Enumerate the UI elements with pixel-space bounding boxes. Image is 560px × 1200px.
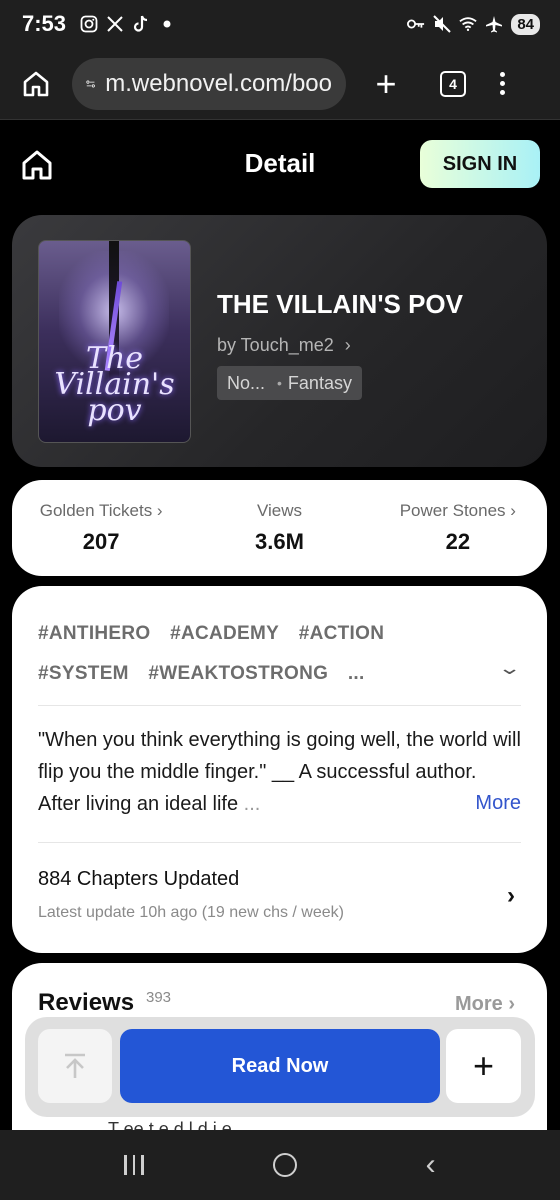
- tag-list: #ANTIHERO #ACADEMY #ACTION #SYSTEM #WEAK…: [38, 614, 508, 694]
- tag-item[interactable]: #ANTIHERO: [38, 623, 151, 644]
- site-settings-icon[interactable]: [86, 74, 95, 94]
- chapters-update-info: Latest update 10h ago (19 new chs / week…: [38, 904, 344, 921]
- book-title: THE VILLAIN'S POV: [217, 289, 463, 319]
- synopsis-text: "When you think everything is going well…: [38, 729, 521, 815]
- reviews-title: Reviews: [38, 989, 135, 1016]
- status-time: 7:53: [22, 11, 67, 36]
- category-tag: No...: [227, 372, 266, 393]
- new-tab-button[interactable]: +: [366, 63, 406, 105]
- tab-switcher-button[interactable]: 4: [440, 70, 466, 97]
- read-now-button[interactable]: Read Now: [120, 1029, 440, 1103]
- chapters-count: 884 Chapters Updated: [38, 868, 240, 890]
- page-header: Detail SIGN IN: [0, 120, 560, 210]
- synopsis-more-link[interactable]: More: [475, 792, 521, 815]
- author-name: by Touch_me2: [217, 335, 334, 355]
- url-text[interactable]: m.webnovel.com/boo: [105, 70, 332, 98]
- browser-home-button[interactable]: [14, 62, 58, 106]
- book-cover-image[interactable]: The Villain's pov: [38, 240, 191, 443]
- battery-indicator: 84: [511, 13, 540, 35]
- sign-in-button[interactable]: SIGN IN: [420, 140, 540, 188]
- reviews-count: 393: [146, 989, 172, 1006]
- tag-item[interactable]: #ACTION: [299, 623, 385, 644]
- scroll-to-top-button[interactable]: [38, 1029, 112, 1103]
- stat-power-stones[interactable]: Power Stones › 22: [369, 480, 547, 576]
- home-icon: [23, 71, 49, 96]
- status-bar: 7:53 84: [0, 0, 560, 48]
- tiktok-icon: [132, 15, 150, 33]
- bottom-action-bar: Read Now +: [25, 1017, 535, 1117]
- stat-value: 207: [82, 529, 120, 554]
- browser-toolbar: m.webnovel.com/boo + 4: [0, 48, 560, 120]
- cover-title-art: The Villain's pov: [54, 341, 175, 428]
- stat-value: 22: [445, 529, 471, 554]
- notification-icons: [80, 15, 176, 33]
- stat-label: Golden Tickets ›: [39, 501, 163, 520]
- wifi-icon: [459, 15, 477, 33]
- divider: [38, 842, 521, 843]
- book-author-link[interactable]: by Touch_me2 ›: [217, 335, 351, 356]
- system-icons: 84: [407, 13, 540, 35]
- add-to-library-button[interactable]: +: [446, 1029, 521, 1103]
- arrow-up-to-top-icon: [65, 1053, 85, 1078]
- home-nav-button[interactable]: [272, 1153, 297, 1177]
- airplane-icon: [485, 15, 503, 33]
- tag-item[interactable]: #WEAKTOSTRONG: [148, 663, 328, 684]
- stat-label: Views: [256, 501, 303, 520]
- plus-icon: +: [472, 1045, 495, 1086]
- key-icon: [407, 15, 425, 33]
- stat-golden-tickets[interactable]: Golden Tickets › 207: [12, 480, 190, 576]
- stat-value: 3.6M: [255, 529, 304, 554]
- address-bar[interactable]: m.webnovel.com/boo: [72, 57, 346, 110]
- tag-item[interactable]: #ACADEMY: [170, 623, 279, 644]
- instagram-icon: [80, 15, 98, 33]
- dot-icon: [158, 15, 176, 33]
- tag-item[interactable]: #SYSTEM: [38, 663, 129, 684]
- chevron-right-icon: ›: [344, 335, 351, 355]
- back-button[interactable]: ‹: [426, 1148, 436, 1182]
- tag-overflow: ...: [347, 663, 365, 684]
- browser-menu-button[interactable]: [500, 72, 505, 95]
- synopsis-card: #ANTIHERO #ACADEMY #ACTION #SYSTEM #WEAK…: [12, 586, 547, 953]
- stats-card: Golden Tickets › 207 Views 3.6M Power St…: [12, 480, 547, 576]
- recents-button[interactable]: [124, 1155, 144, 1175]
- divider: [38, 705, 521, 706]
- stat-label: Power Stones ›: [399, 501, 516, 520]
- book-category-tags[interactable]: No... • Fantasy: [217, 366, 362, 400]
- chevron-right-icon: ›: [507, 882, 515, 909]
- x-icon: [106, 15, 124, 33]
- chevron-down-icon[interactable]: ⌄: [497, 658, 521, 679]
- mute-icon: [433, 15, 452, 33]
- genre-tag: Fantasy: [287, 372, 352, 393]
- stat-views: Views 3.6M: [190, 480, 368, 576]
- system-navigation-bar: ‹: [0, 1130, 560, 1200]
- synopsis-ellipsis: ...: [243, 793, 261, 815]
- book-info-card: The Villain's pov THE VILLAIN'S POV by T…: [12, 215, 547, 467]
- reviews-more-link[interactable]: More ›: [455, 993, 515, 1016]
